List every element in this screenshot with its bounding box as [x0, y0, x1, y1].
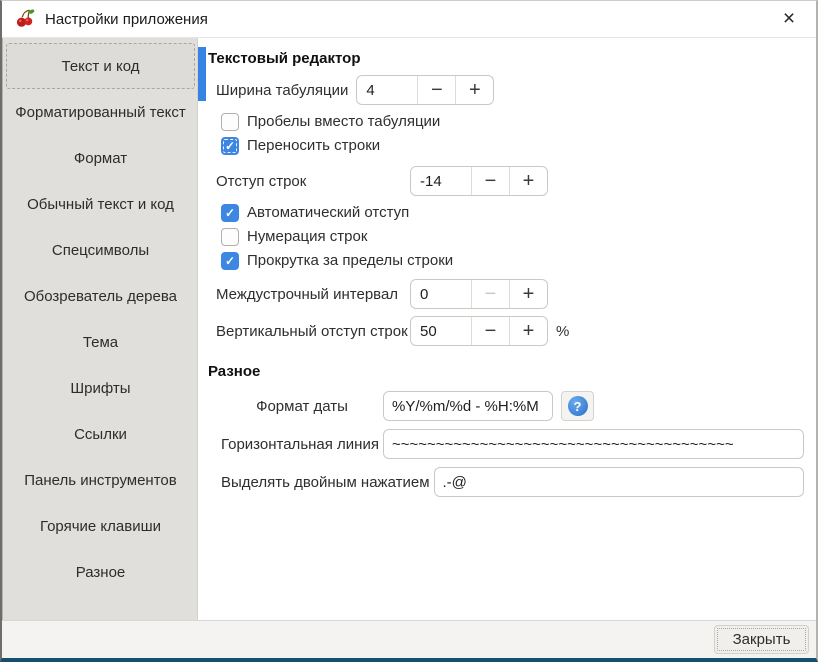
auto-indent-row: ✓ Автоматический отступ: [221, 202, 810, 223]
line-indent-plus-button[interactable]: +: [509, 167, 547, 195]
horizontal-rule-row: Горизонтальная линия: [221, 428, 804, 460]
vertical-space-label: Вертикальный отступ строк: [216, 322, 408, 340]
line-spacing-row: Междустрочный интервал 0 − +: [216, 278, 810, 310]
line-numbers-label: Нумерация строк: [247, 228, 368, 245]
sidebar-item-hotkeys[interactable]: Горячие клавиши: [6, 503, 195, 549]
sidebar-item-format[interactable]: Формат: [6, 135, 195, 181]
sidebar-item-plain-text-and-code[interactable]: Обычный текст и код: [6, 181, 195, 227]
sidebar-item-misc[interactable]: Разное: [6, 549, 195, 595]
double-click-select-label: Выделять двойным нажатием: [221, 473, 430, 491]
category-sidebar: Текст и код Форматированный текст Формат…: [2, 38, 198, 620]
tab-width-minus-button[interactable]: −: [417, 76, 455, 104]
vertical-space-spinbox: 50 − +: [410, 316, 548, 346]
sidebar-item-theme[interactable]: Тема: [6, 319, 195, 365]
vertical-space-value[interactable]: 50: [411, 317, 471, 345]
vertical-space-suffix: %: [556, 322, 570, 340]
sidebar-item-text-and-code[interactable]: Текст и код: [6, 43, 195, 89]
tab-width-value[interactable]: 4: [357, 76, 417, 104]
sidebar-item-special-characters[interactable]: Спецсимволы: [6, 227, 195, 273]
date-format-row: Формат даты ?: [221, 390, 804, 422]
settings-panel: Текстовый редактор Ширина табуляции 4 − …: [198, 38, 816, 620]
sidebar-item-links[interactable]: Ссылки: [6, 411, 195, 457]
tab-width-row: Ширина табуляции 4 − +: [216, 74, 810, 106]
vertical-space-row: Вертикальный отступ строк 50 − + %: [216, 315, 810, 347]
line-spacing-minus-button[interactable]: −: [471, 280, 509, 308]
close-icon[interactable]: ×: [772, 2, 806, 36]
line-numbers-checkbox[interactable]: [221, 227, 239, 246]
dialog-body: Текст и код Форматированный текст Формат…: [2, 38, 816, 620]
line-indent-value[interactable]: -14: [411, 167, 471, 195]
horizontal-rule-input[interactable]: [382, 429, 804, 459]
sidebar-item-toolbar[interactable]: Панель инструментов: [6, 457, 195, 503]
section-heading-text-editor: Текстовый редактор: [208, 50, 361, 67]
selected-category-indicator: [198, 47, 206, 101]
scroll-beyond-end-label: Прокрутка за пределы строки: [247, 252, 454, 269]
close-button[interactable]: Закрыть: [714, 625, 809, 654]
help-icon: ?: [567, 396, 588, 416]
line-spacing-value[interactable]: 0: [411, 280, 471, 308]
tab-width-spinbox: 4 − +: [356, 75, 495, 105]
sidebar-item-tree-explorer[interactable]: Обозреватель дерева: [6, 273, 195, 319]
line-indent-row: Отступ строк -14 − +: [216, 165, 810, 197]
line-spacing-spinbox: 0 − +: [410, 279, 548, 309]
horizontal-rule-label: Горизонтальная линия: [221, 435, 379, 453]
line-indent-spinbox: -14 − +: [410, 166, 548, 196]
dialog-footer: Закрыть: [2, 620, 816, 658]
scroll-beyond-end-checkbox[interactable]: ✓: [221, 251, 239, 270]
line-wrap-row: ✓ Переносить строки: [221, 135, 810, 156]
line-indent-minus-button[interactable]: −: [471, 167, 509, 195]
settings-dialog: Настройки приложения × Текст и код Форма…: [0, 0, 818, 662]
auto-indent-label: Автоматический отступ: [247, 204, 410, 221]
line-spacing-plus-button[interactable]: +: [509, 280, 547, 308]
spaces-instead-tabs-label: Пробелы вместо табуляции: [247, 113, 441, 130]
line-wrap-checkbox[interactable]: ✓: [221, 136, 239, 155]
auto-indent-checkbox[interactable]: ✓: [221, 203, 239, 222]
double-click-select-input[interactable]: [433, 467, 804, 497]
title-bar: Настройки приложения ×: [2, 1, 816, 38]
spaces-instead-tabs-row: Пробелы вместо табуляции: [221, 111, 810, 132]
sidebar-item-rich-text[interactable]: Форматированный текст: [6, 89, 195, 135]
date-format-help-button[interactable]: ?: [561, 391, 594, 421]
section-heading-misc: Разное: [208, 363, 261, 380]
date-format-label: Формат даты: [256, 397, 348, 415]
line-wrap-label: Переносить строки: [247, 137, 381, 154]
spaces-instead-tabs-checkbox[interactable]: [221, 112, 239, 131]
scroll-beyond-end-row: ✓ Прокрутка за пределы строки: [221, 250, 810, 271]
tab-width-label: Ширина табуляции: [216, 81, 349, 99]
line-indent-label: Отступ строк: [216, 172, 307, 190]
date-format-input[interactable]: [383, 391, 553, 421]
window-title: Настройки приложения: [45, 10, 208, 28]
tab-width-plus-button[interactable]: +: [455, 76, 493, 104]
line-spacing-label: Междустрочный интервал: [216, 285, 399, 303]
double-click-select-row: Выделять двойным нажатием: [221, 466, 804, 498]
sidebar-item-fonts[interactable]: Шрифты: [6, 365, 195, 411]
line-numbers-row: Нумерация строк: [221, 226, 810, 247]
vertical-space-plus-button[interactable]: +: [509, 317, 547, 345]
vertical-space-minus-button[interactable]: −: [471, 317, 509, 345]
cherries-icon: [16, 9, 35, 27]
